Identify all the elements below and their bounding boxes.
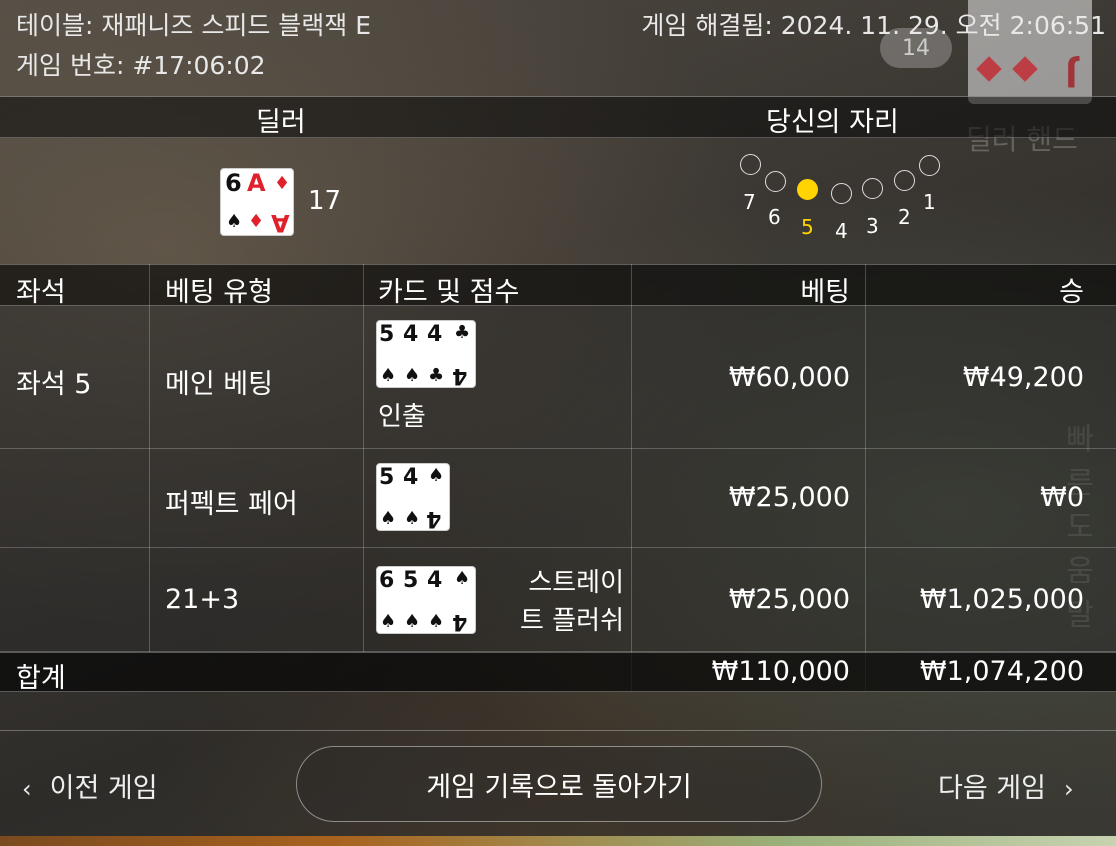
seat-circle-6 xyxy=(765,171,786,192)
game-number: 게임 번호: #17:06:02 xyxy=(16,51,266,80)
card-rank: 5 xyxy=(379,465,395,490)
game-info: 테이블: 재패니즈 스피드 블랙잭 E 게임 번호: #17:06:02 xyxy=(16,6,371,86)
seat-circle-2 xyxy=(894,170,915,191)
seat-number-3: 3 xyxy=(866,214,879,238)
col-bet: 베팅 xyxy=(800,277,850,308)
win-amount: ₩0 xyxy=(1040,482,1084,513)
spade-icon: ♠ xyxy=(380,508,397,529)
card-rank: 4 xyxy=(427,568,443,593)
dealer-title: 딜러 xyxy=(256,107,306,138)
column-divider xyxy=(363,264,364,652)
spade-icon: ♠ xyxy=(404,508,421,529)
prev-game-link[interactable]: ‹ 이전 게임 xyxy=(22,766,158,805)
ghost-card-rank: J xyxy=(1065,54,1078,94)
diamond-icon xyxy=(976,56,1002,82)
card-rank: 4 xyxy=(452,609,468,634)
seat-number-2: 2 xyxy=(898,205,911,229)
hand-section-header xyxy=(0,96,1116,138)
table-name: 테이블: 재패니즈 스피드 블랙잭 E xyxy=(16,11,372,40)
col-seat: 좌석 xyxy=(16,277,66,308)
back-to-history-button[interactable]: 게임 기록으로 돌아가기 xyxy=(296,746,822,822)
seat-number-6: 6 xyxy=(768,205,781,229)
bet-amount: ₩25,000 xyxy=(728,482,850,513)
footer-divider xyxy=(0,730,1116,731)
hand-result: 인출 xyxy=(378,402,426,432)
seat-circle-5-active xyxy=(797,179,818,200)
col-win: 승 xyxy=(1059,277,1084,308)
total-label: 합계 xyxy=(16,663,66,694)
chevron-left-icon: ‹ xyxy=(22,775,32,803)
diamond-icon: ♦ xyxy=(248,211,265,232)
prev-game-label: 이전 게임 xyxy=(49,773,158,804)
card-rank: A xyxy=(271,209,290,237)
hand-result-line: 트 플러쉬 xyxy=(520,606,624,636)
club-icon: ♣ xyxy=(454,322,471,343)
bet-amount: ₩25,000 xyxy=(728,584,850,615)
resolved-time: 게임 해결됨: 2024. 11. 29. 오전 2:06:51 xyxy=(641,11,1106,40)
card-rank: 6 xyxy=(225,169,242,197)
card-rank: 4 xyxy=(452,363,468,388)
bet-type-perfect-pair: 퍼펙트 페어 xyxy=(165,489,298,520)
column-divider xyxy=(149,264,150,652)
seat-circle-4 xyxy=(831,183,852,204)
col-bet-type: 베팅 유형 xyxy=(165,277,273,308)
seat-number-7: 7 xyxy=(743,190,756,214)
spade-icon: ♠ xyxy=(380,365,397,386)
background-strip xyxy=(0,836,1116,846)
seat-number-5: 5 xyxy=(801,215,814,239)
total-bet: ₩110,000 xyxy=(711,656,850,687)
next-game-label: 다음 게임 xyxy=(938,773,1046,804)
spade-icon: ♠ xyxy=(404,611,421,632)
bet-type-main: 메인 베팅 xyxy=(165,369,273,400)
card-rank: 5 xyxy=(403,568,419,593)
card-rank: 5 xyxy=(379,322,395,347)
card-rank: 4 xyxy=(403,322,419,347)
spade-icon: ♠ xyxy=(380,611,397,632)
next-game-link[interactable]: 다음 게임 › xyxy=(938,766,1074,805)
seat-number-4: 4 xyxy=(835,219,848,243)
spade-icon: ♠ xyxy=(428,465,445,486)
card-rank: A xyxy=(247,169,266,197)
hand-result-line: 스트레이 xyxy=(528,568,624,598)
col-cards-score: 카드 및 점수 xyxy=(378,277,520,308)
column-divider xyxy=(865,264,866,692)
column-divider xyxy=(631,264,632,692)
win-amount: ₩49,200 xyxy=(962,362,1084,393)
win-amount: ₩1,025,000 xyxy=(919,584,1084,615)
spade-icon: ♠ xyxy=(454,568,471,589)
card-rank: 4 xyxy=(403,465,419,490)
hand-result: 스트레이 트 플러쉬 xyxy=(494,564,624,640)
diamond-icon: ♦ xyxy=(274,173,291,194)
chevron-right-icon: › xyxy=(1063,775,1074,803)
bet-amount: ₩60,000 xyxy=(728,362,850,393)
spade-icon: ♠ xyxy=(428,611,445,632)
seat-label: 좌석 5 xyxy=(16,369,92,400)
bet-type-21-3: 21+3 xyxy=(165,584,240,615)
seat-circle-3 xyxy=(862,178,883,199)
total-win: ₩1,074,200 xyxy=(919,656,1084,687)
card-rank: 4 xyxy=(427,322,443,347)
seat-number-1: 1 xyxy=(923,190,936,214)
player-cards-21-3: 6 ♠ 5 ♠ 4 ♠ ♠ 4 xyxy=(376,566,476,634)
spade-icon: ♠ xyxy=(226,211,243,232)
player-cards-main: 5 ♠ 4 ♠ 4 ♣ ♣ 4 xyxy=(376,320,476,388)
dealer-score: 17 xyxy=(308,186,342,216)
card-rank: 4 xyxy=(426,506,442,531)
dealer-card-stack: 6 ♠ A ♦ ♦ A xyxy=(220,168,294,237)
card-rank: 6 xyxy=(379,568,395,593)
player-cards-perfect-pair: 5 ♠ 4 ♠ ♠ 4 xyxy=(376,463,450,531)
spade-icon: ♠ xyxy=(404,365,421,386)
club-icon: ♣ xyxy=(428,365,445,386)
diamond-icon xyxy=(1012,56,1038,82)
seat-circle-7 xyxy=(740,154,761,175)
your-seat-title: 당신의 자리 xyxy=(766,107,899,138)
seat-circle-1 xyxy=(919,155,940,176)
